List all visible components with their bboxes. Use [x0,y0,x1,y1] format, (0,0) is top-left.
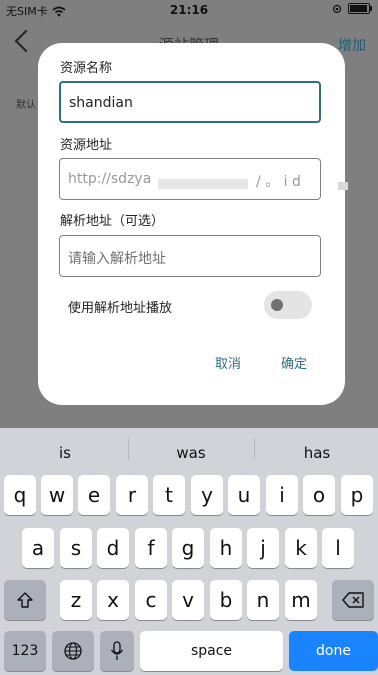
key-z[interactable]: z [60,580,92,620]
key-w[interactable]: w [41,475,73,515]
suggestion-3[interactable]: has [254,444,378,462]
suggestion-2[interactable]: was [128,444,254,462]
key-l[interactable]: l [322,528,354,568]
backspace-icon [342,592,364,608]
redacted-text [158,179,248,189]
globe-key[interactable] [52,631,94,671]
key-a[interactable]: a [22,528,54,568]
add-button[interactable]: 增加 [338,35,366,55]
key-y[interactable]: y [191,475,223,515]
use-parse-address-toggle[interactable] [264,291,312,319]
clock: 21:16 [169,3,209,17]
key-p[interactable]: p [341,475,373,515]
numbers-key[interactable]: 123 [4,631,46,671]
parse-address-input[interactable]: 请输入解析地址 [59,235,321,277]
scroll-indicator [338,182,348,190]
parse-address-placeholder: 请输入解析地址 [68,251,166,267]
use-parse-address-label: 使用解析地址播放 [68,301,173,316]
confirm-button[interactable]: 确定 [281,353,307,372]
key-i[interactable]: i [266,475,298,515]
shift-icon [17,592,33,608]
cancel-button[interactable]: 取消 [215,353,241,372]
space-key[interactable]: space [140,631,283,671]
key-k[interactable]: k [285,528,317,568]
keyboard: is was has q w e r t y u i o p a s d f g… [0,428,378,675]
resource-name-value: shandian [69,95,133,111]
key-n[interactable]: n [247,580,279,620]
key-x[interactable]: x [97,580,129,620]
edit-source-dialog: 资源名称 shandian 资源地址 http://sdzya / 。 i d … [38,43,345,405]
key-c[interactable]: c [135,580,167,620]
key-f[interactable]: f [135,528,167,568]
resource-address-value: http://sdzya [68,171,152,187]
key-t[interactable]: t [153,475,185,515]
key-b[interactable]: b [210,580,242,620]
toggle-knob [271,299,283,311]
done-key[interactable]: done [289,631,378,671]
backspace-key[interactable] [332,580,374,620]
key-q[interactable]: q [4,475,36,515]
key-d[interactable]: d [97,528,129,568]
key-u[interactable]: u [228,475,260,515]
status-bar: 无SIM卡 21:16 [0,0,378,20]
default-label: 默认 [16,100,36,111]
globe-icon [64,642,82,660]
key-h[interactable]: h [210,528,242,568]
resource-name-label: 资源名称 [60,61,113,76]
suggestion-bar: is was has [0,428,378,472]
key-v[interactable]: v [172,580,204,620]
microphone-icon [110,641,124,660]
key-m[interactable]: m [285,580,317,620]
key-o[interactable]: o [303,475,335,515]
resource-address-input[interactable]: http://sdzya / 。 i d [59,158,321,200]
resource-name-input[interactable]: shandian [59,81,321,123]
key-r[interactable]: r [116,475,148,515]
dictation-key[interactable] [100,631,134,671]
parse-address-label: 解析地址（可选） [60,214,165,229]
key-s[interactable]: s [60,528,92,568]
resource-address-label: 资源地址 [60,138,113,153]
key-j[interactable]: j [247,528,279,568]
resource-address-tail: / 。 i d [256,174,301,190]
shift-key[interactable] [4,580,46,620]
orientation-lock-icon [332,4,342,13]
key-e[interactable]: e [78,475,110,515]
battery-icon [348,3,372,14]
key-g[interactable]: g [172,528,204,568]
suggestion-1[interactable]: is [2,444,128,462]
